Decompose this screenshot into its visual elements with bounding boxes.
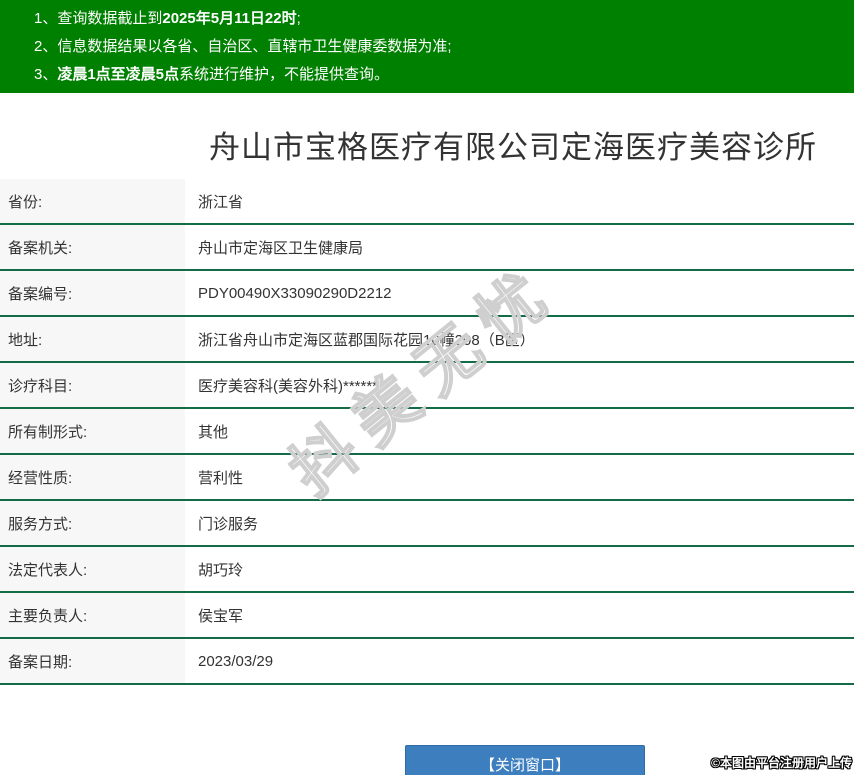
notice-banner: 1、查询数据截止到2025年5月11日22时; 2、信息数据结果以各省、自治区、…	[0, 0, 854, 93]
row-label: 经营性质:	[0, 455, 185, 499]
uploaded-by-note: ©本图由平台注册用户上传	[711, 756, 852, 770]
row-value: PDY00490X33090290D2212	[185, 271, 854, 315]
row-label: 省份:	[0, 179, 185, 223]
row-value: 营利性	[185, 455, 854, 499]
row-label: 备案编号:	[0, 271, 185, 315]
table-row-filing-date: 备案日期: 2023/03/29	[0, 639, 854, 685]
notice-line-3: 3、凌晨1点至凌晨5点系统进行维护，不能提供查询。	[34, 61, 854, 89]
row-label: 法定代表人:	[0, 547, 185, 591]
row-label: 服务方式:	[0, 501, 185, 545]
row-value: 医疗美容科(美容外科)******	[185, 363, 854, 407]
table-row-business-nature: 经营性质: 营利性	[0, 455, 854, 501]
table-row-filing-authority: 备案机关: 舟山市定海区卫生健康局	[0, 225, 854, 271]
table-row-medical-subjects: 诊疗科目: 医疗美容科(美容外科)******	[0, 363, 854, 409]
notice-text-bold: 凌晨1点至凌晨5点	[57, 66, 180, 83]
notice-text: 系统进行维护，不能提供查询。	[179, 66, 390, 83]
notice-line-1: 1、查询数据截止到2025年5月11日22时;	[34, 5, 854, 33]
notice-line-number: 3、	[34, 66, 58, 83]
row-value: 门诊服务	[185, 501, 854, 545]
notice-text: 查询数据截止到	[57, 10, 163, 27]
table-row-address: 地址: 浙江省舟山市定海区蓝郡国际花园10幢208（B区）	[0, 317, 854, 363]
table-row-service-mode: 服务方式: 门诊服务	[0, 501, 854, 547]
row-label: 所有制形式:	[0, 409, 185, 453]
row-label: 主要负责人:	[0, 593, 185, 637]
notice-text: ;	[296, 10, 301, 27]
close-window-button[interactable]: 【关闭窗口】	[405, 745, 645, 775]
notice-line-2: 2、信息数据结果以各省、自治区、直辖市卫生健康委数据为准;	[34, 33, 854, 61]
info-table: 省份: 浙江省 备案机关: 舟山市定海区卫生健康局 备案编号: PDY00490…	[0, 179, 854, 685]
table-row-legal-representative: 法定代表人: 胡巧玲	[0, 547, 854, 593]
row-value: 胡巧玲	[185, 547, 854, 591]
row-value: 舟山市定海区卫生健康局	[185, 225, 854, 269]
row-label: 备案机关:	[0, 225, 185, 269]
row-value: 浙江省	[185, 179, 854, 223]
notice-text-bold: 2025年5月11日22时	[162, 10, 297, 27]
page-title: 舟山市宝格医疗有限公司定海医疗美容诊所	[209, 130, 817, 165]
row-label: 备案日期:	[0, 639, 185, 683]
row-value: 浙江省舟山市定海区蓝郡国际花园10幢208（B区）	[185, 317, 854, 361]
notice-line-number: 1、	[34, 10, 58, 27]
row-value: 2023/03/29	[185, 639, 854, 683]
table-row-principal: 主要负责人: 侯宝军	[0, 593, 854, 639]
table-row-province: 省份: 浙江省	[0, 179, 854, 225]
notice-text: 信息数据结果以各省、自治区、直辖市卫生健康委数据为准;	[57, 38, 452, 55]
row-label: 地址:	[0, 317, 185, 361]
row-value: 侯宝军	[185, 593, 854, 637]
row-value: 其他	[185, 409, 854, 453]
notice-line-number: 2、	[34, 38, 58, 55]
row-label: 诊疗科目:	[0, 363, 185, 407]
table-row-filing-number: 备案编号: PDY00490X33090290D2212	[0, 271, 854, 317]
table-row-ownership-form: 所有制形式: 其他	[0, 409, 854, 455]
